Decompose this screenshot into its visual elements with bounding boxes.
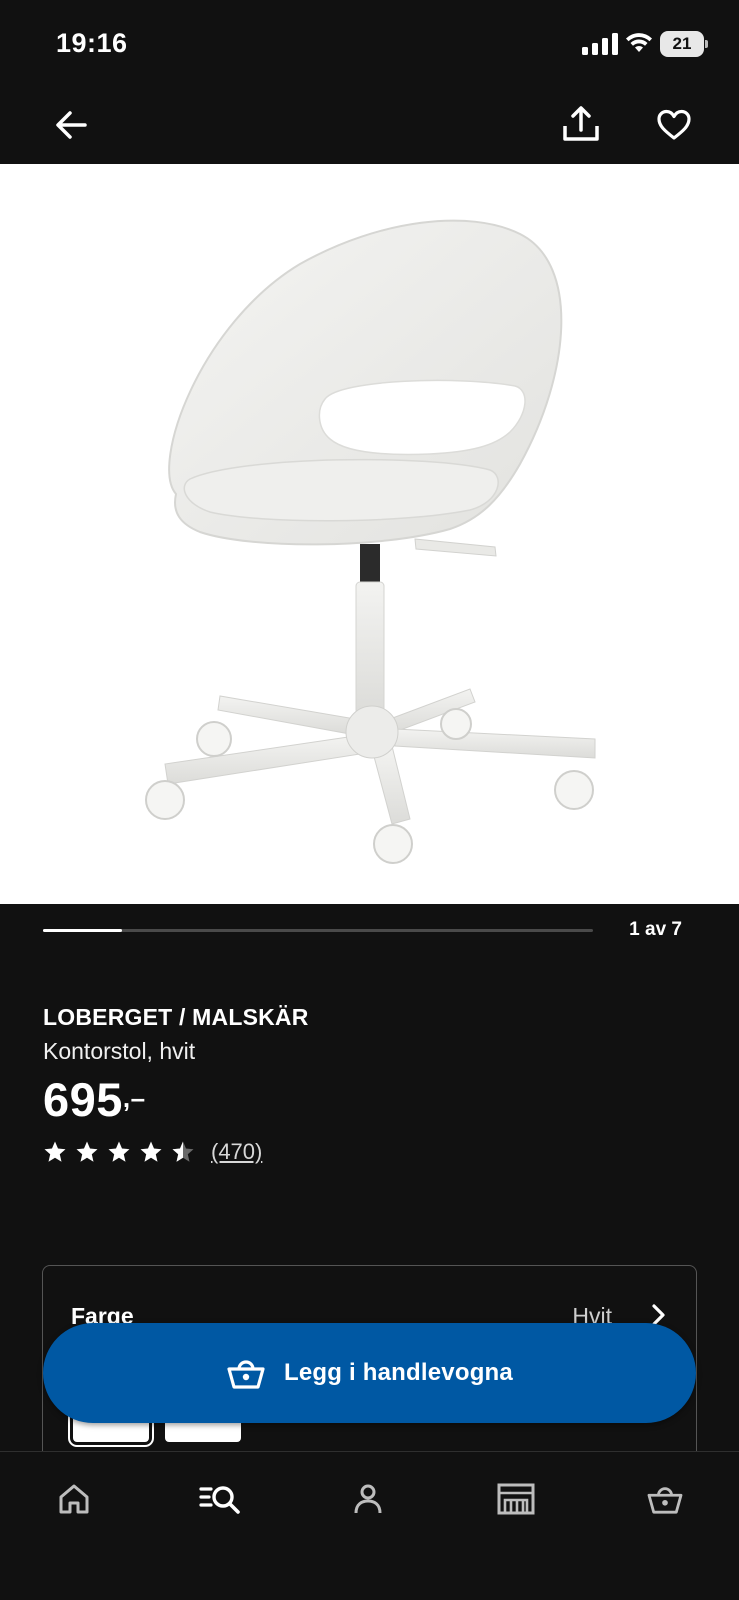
add-to-cart-label: Legg i handlevogna: [284, 1359, 513, 1386]
star-icon: [140, 1141, 162, 1162]
heart-icon[interactable]: [654, 105, 694, 145]
back-arrow-icon[interactable]: [51, 105, 91, 145]
rating-count-link[interactable]: (470): [211, 1139, 262, 1165]
top-nav: [0, 90, 739, 164]
cart-icon[interactable]: [641, 1477, 689, 1521]
product-price: 695,–: [43, 1072, 146, 1128]
status-bar: 19:16 21: [0, 0, 739, 90]
add-to-cart-button[interactable]: Legg i handlevogna: [43, 1323, 696, 1423]
status-time: 19:16: [56, 28, 128, 58]
office-chair-illustration: [145, 219, 596, 864]
star-icon: [76, 1141, 98, 1162]
product-name: LOBERGET / MALSKÄR: [43, 1004, 309, 1030]
gallery-progress-track: [43, 929, 593, 932]
profile-icon[interactable]: [344, 1477, 392, 1521]
battery-level: 21: [672, 34, 692, 53]
bottom-nav: [0, 1451, 739, 1600]
share-icon[interactable]: [561, 104, 601, 144]
price-suffix: ,–: [122, 1083, 146, 1113]
wifi-icon: [626, 33, 652, 52]
gallery-progress: 1 av 7: [0, 904, 739, 956]
home-icon[interactable]: [50, 1477, 98, 1521]
rating-row[interactable]: (470): [43, 1137, 262, 1167]
half-star-icon: [172, 1141, 194, 1162]
star-icon: [44, 1141, 66, 1162]
gallery-progress-fill: [43, 929, 122, 932]
product-description: Kontorstol, hvit: [43, 1038, 196, 1064]
star-icon: [108, 1141, 130, 1162]
price-value: 695: [43, 1073, 123, 1126]
signal-icon: [582, 33, 618, 55]
battery-icon: 21: [660, 31, 708, 57]
store-icon[interactable]: [492, 1477, 540, 1521]
search-icon[interactable]: [197, 1477, 245, 1521]
basket-icon: [227, 1360, 265, 1389]
product-image[interactable]: [0, 164, 739, 904]
gallery-counter: 1 av 7: [629, 919, 682, 940]
